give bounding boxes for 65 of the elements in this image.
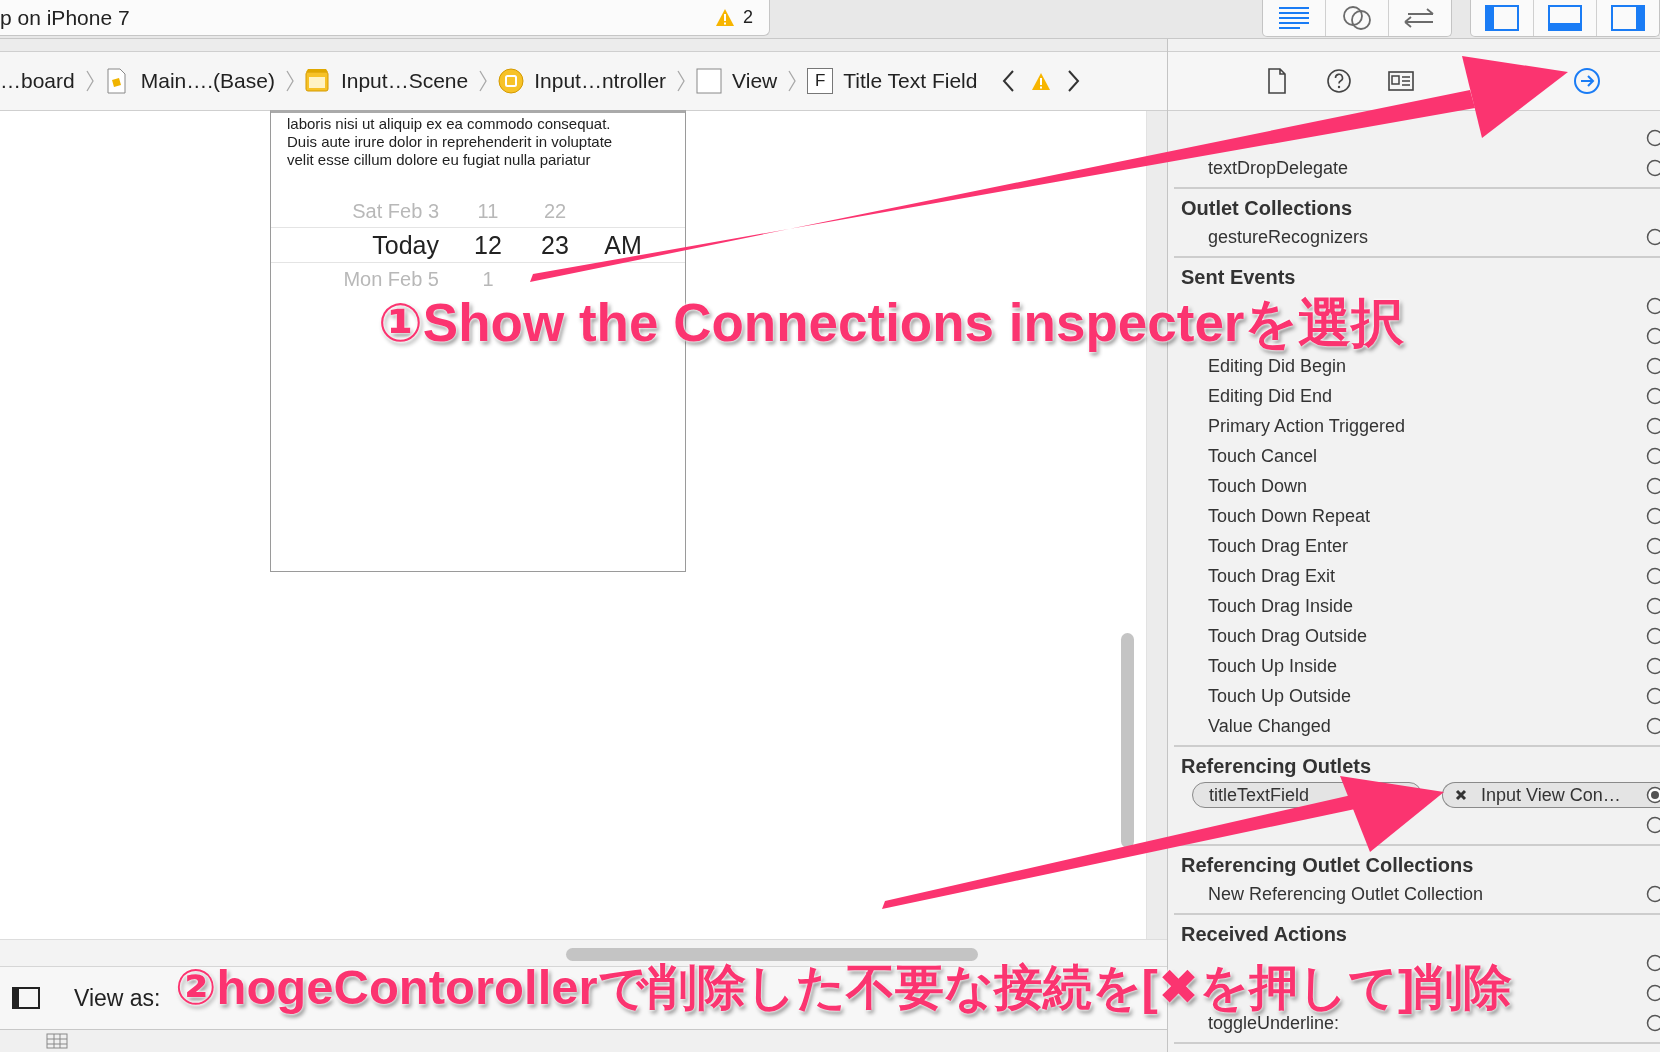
warning-icon bbox=[715, 8, 735, 27]
outlet-label: toggleUnderline: bbox=[1208, 1012, 1340, 1034]
outlet-label: textDropDelegate bbox=[1207, 157, 1349, 179]
vertical-scrollbar[interactable] bbox=[1121, 633, 1134, 848]
section-heading: Sent Events bbox=[1180, 265, 1297, 290]
connection-target-pill[interactable]: Input View Con… bbox=[1442, 782, 1660, 808]
view-icon bbox=[696, 68, 723, 94]
back-icon[interactable] bbox=[1001, 70, 1016, 92]
breadcrumb-item[interactable]: Input…Scene bbox=[340, 69, 469, 93]
outlet-label: Touch Drag Outside bbox=[1207, 625, 1368, 647]
picker-value[interactable]: 12 bbox=[453, 230, 523, 260]
outlet-label: gestureRecognizers bbox=[1207, 226, 1369, 248]
scheme-field[interactable]: p on iPhone 7 2 bbox=[0, 0, 770, 36]
picker-value[interactable]: AM bbox=[587, 230, 659, 260]
picker-value[interactable]: Today bbox=[271, 230, 439, 260]
scene-icon bbox=[304, 68, 331, 94]
connections-tab[interactable] bbox=[1573, 66, 1601, 96]
help-icon bbox=[1325, 66, 1353, 96]
section-heading: Received Actions bbox=[1180, 922, 1348, 947]
chevron-icon bbox=[787, 70, 798, 92]
right-panel-icon bbox=[1610, 3, 1646, 33]
text-field-icon: F bbox=[807, 68, 834, 94]
section-heading: Outlet Collections bbox=[1180, 196, 1354, 221]
outlet-label: Touch Cancel bbox=[1207, 445, 1318, 467]
breadcrumb-item[interactable]: Main….(Base) bbox=[140, 69, 275, 93]
text-line: velit esse cillum dolore eu fugiat nulla pariatur bbox=[287, 151, 592, 169]
breadcrumb-item[interactable]: Input…ntroller bbox=[534, 69, 667, 93]
text-line: Duis aute irure dolor in reprehenderit in voluptate bbox=[287, 133, 614, 151]
breadcrumb-item[interactable]: View bbox=[732, 69, 778, 93]
outlet-label: Value Changed bbox=[1207, 715, 1331, 737]
outlet-label: Editing Did Begin bbox=[1207, 355, 1347, 377]
outlet-label: Touch Up Inside bbox=[1207, 655, 1338, 677]
outlet-label: Touch Drag Exit bbox=[1207, 565, 1336, 587]
outlet-label: New Referencing Outlet Collection bbox=[1207, 883, 1484, 905]
forward-icon[interactable] bbox=[1067, 70, 1082, 92]
outlet-label: Touch Drag Inside bbox=[1207, 595, 1354, 617]
chevron-icon bbox=[84, 70, 95, 92]
outlet-label: Touch Down Repeat bbox=[1207, 505, 1371, 527]
callout-text: ②hogeContorollerで削除した不要な接続を[✖を押して]削除 bbox=[175, 963, 1513, 1012]
outlet-label: Touch Drag Enter bbox=[1207, 535, 1349, 557]
text-line: laboris nisi ut aliquip ex ea commodo consequat. bbox=[287, 115, 612, 133]
scheme-title: p on iPhone 7 bbox=[0, 5, 130, 30]
help-tab[interactable] bbox=[1325, 66, 1353, 96]
section-heading: Referencing Outlets bbox=[1180, 754, 1373, 779]
horizontal-scrollbar[interactable] bbox=[566, 948, 978, 961]
bottom-panel-icon bbox=[1547, 3, 1583, 33]
outlet-label: Touch Up Outside bbox=[1207, 685, 1352, 707]
callout-text: ①Show the Connections inspecterを選択 bbox=[378, 292, 1405, 354]
outlet-label: Touch Down bbox=[1207, 475, 1308, 497]
remove-icon[interactable] bbox=[1455, 789, 1467, 801]
chevron-icon bbox=[284, 70, 295, 92]
breadcrumb-item[interactable]: …board bbox=[0, 69, 75, 93]
connections-icon bbox=[1573, 66, 1601, 96]
section-heading: Referencing Outlet Collections bbox=[1180, 853, 1475, 878]
left-panel-icon bbox=[1484, 3, 1520, 33]
chevron-icon bbox=[676, 70, 687, 92]
sidebar-toggle-icon[interactable] bbox=[12, 987, 40, 1009]
outlet-label: Editing Did End bbox=[1207, 385, 1333, 407]
picker-value[interactable]: 23 bbox=[523, 230, 587, 260]
view-as-label: View as: bbox=[74, 984, 161, 1012]
outlet-label: Primary Action Triggered bbox=[1207, 415, 1406, 437]
chevron-icon bbox=[478, 70, 489, 92]
breadcrumb-item[interactable]: Title Text Field bbox=[843, 69, 978, 93]
controller-icon bbox=[498, 68, 525, 94]
warning-count: 2 bbox=[743, 7, 753, 28]
